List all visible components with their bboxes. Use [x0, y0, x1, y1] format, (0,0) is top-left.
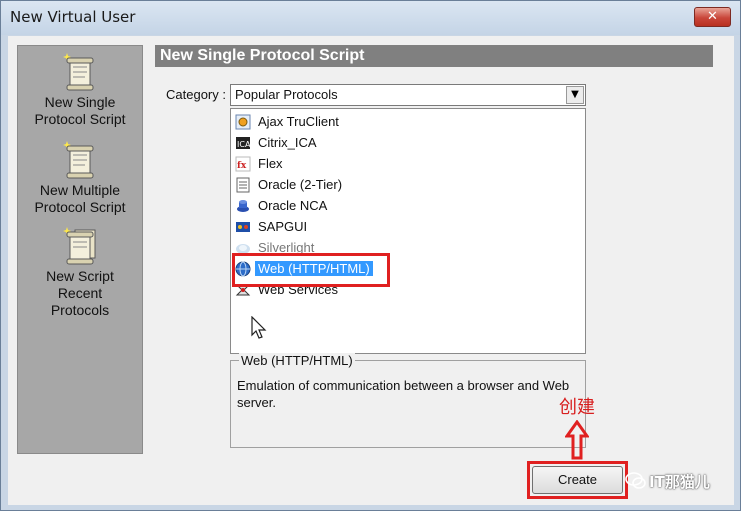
- mouse-cursor-icon: [251, 316, 267, 339]
- sidebar-label: New Single: [44, 94, 116, 110]
- category-label: Category :: [166, 87, 226, 102]
- oracle-nca-icon: [237, 200, 249, 212]
- protocol-label: Flex: [258, 156, 283, 171]
- sidebar-label: New Multiple: [39, 182, 121, 198]
- svg-text:ICA: ICA: [237, 140, 251, 149]
- sapgui-icon: [236, 222, 250, 232]
- protocol-list[interactable]: Ajax TruClient ICA Citrix_ICA fx Flex Or…: [230, 108, 586, 354]
- sidebar-label: Recent: [57, 285, 103, 301]
- protocol-label: Oracle (2-Tier): [258, 177, 343, 192]
- sidebar-label: New Script: [46, 268, 114, 284]
- description-group: Web (HTTP/HTML) Emulation of communicati…: [230, 353, 586, 448]
- watermark: IT那猫儿: [625, 468, 731, 494]
- close-button[interactable]: ✕: [694, 7, 731, 27]
- description-text: Emulation of communication between a bro…: [237, 378, 570, 410]
- annotation-label: 创建: [559, 397, 595, 418]
- sidebar-item-new-multiple[interactable]: New Multiple Protocol Script: [18, 140, 142, 216]
- window-title: New Virtual User: [10, 8, 136, 26]
- protocol-label: Oracle NCA: [258, 198, 328, 213]
- close-icon: ✕: [707, 9, 718, 24]
- list-item[interactable]: Oracle (2-Tier): [233, 175, 583, 195]
- dropdown-arrow-icon[interactable]: ▼: [566, 86, 584, 104]
- list-item[interactable]: Oracle NCA: [233, 196, 583, 216]
- sidebar-label: Protocol Script: [34, 111, 126, 127]
- up-arrow-icon: [565, 420, 589, 460]
- category-value: Popular Protocols: [235, 87, 338, 102]
- list-item[interactable]: fx Flex: [233, 154, 583, 174]
- sidebar: New Single Protocol Script New Multiple …: [17, 45, 143, 454]
- ajax-truclient-icon: [235, 114, 251, 130]
- watermark-text: IT那猫儿: [649, 473, 710, 491]
- highlight-box-web-http: [232, 253, 390, 287]
- sidebar-item-new-single[interactable]: New Single Protocol Script: [18, 52, 142, 128]
- category-select[interactable]: Popular Protocols ▼: [230, 84, 586, 106]
- oracle-2tier-icon: [236, 177, 250, 193]
- dialog-client: New Single Protocol Script New Multiple …: [8, 36, 734, 505]
- list-item[interactable]: Ajax TruClient: [233, 112, 583, 132]
- description-title: Web (HTTP/HTML): [239, 353, 355, 368]
- sidebar-item-recent-protocols[interactable]: New Script Recent Protocols: [18, 226, 142, 319]
- sidebar-label: Protocols: [50, 302, 110, 318]
- list-item[interactable]: SAPGUI: [233, 217, 583, 237]
- sidebar-label: Protocol Script: [34, 199, 126, 215]
- protocol-label: SAPGUI: [258, 219, 308, 234]
- create-button[interactable]: Create: [532, 466, 623, 494]
- dialog-window: New Virtual User ✕ New Single Protocol S…: [0, 0, 741, 511]
- stacked-scroll-icon: [63, 227, 96, 265]
- svg-text:fx: fx: [237, 161, 247, 171]
- flex-icon: fx: [235, 156, 251, 172]
- wechat-icon: [625, 472, 646, 489]
- citrix-icon: ICA: [236, 137, 251, 149]
- section-title: New Single Protocol Script: [155, 45, 713, 67]
- title-bar[interactable]: New Virtual User ✕: [1, 1, 740, 35]
- protocol-label: Citrix_ICA: [258, 135, 317, 150]
- scroll-icon: [63, 53, 94, 91]
- protocol-label: Ajax TruClient: [258, 114, 339, 129]
- scroll-icon: [63, 141, 94, 179]
- list-item[interactable]: ICA Citrix_ICA: [233, 133, 583, 153]
